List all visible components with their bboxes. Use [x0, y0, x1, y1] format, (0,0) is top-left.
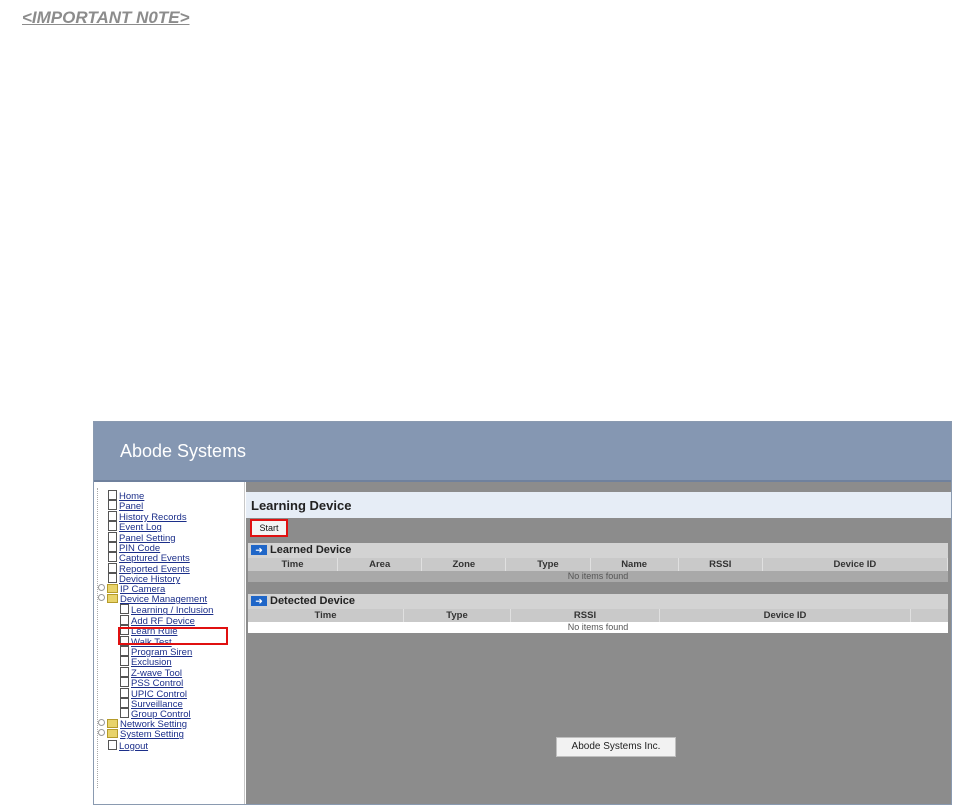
sidebar-item-label: Logout	[119, 740, 149, 752]
important-note: <IMPORTANT N0TE>	[22, 8, 190, 27]
detected-device-label: Detected Device	[270, 595, 355, 607]
document-icon	[108, 500, 117, 511]
sidebar-item-label: Network Setting	[120, 718, 188, 730]
sidebar-item[interactable]: Exclusion	[120, 656, 172, 668]
detected-device-header: ➜ Detected Device	[248, 594, 948, 609]
folder-icon	[107, 729, 118, 739]
column-header: Area	[338, 558, 423, 571]
sidebar-item[interactable]: Program Siren	[120, 646, 192, 658]
learned-device-header: ➜ Learned Device	[248, 543, 948, 558]
document-icon	[108, 531, 117, 542]
document-icon	[120, 698, 129, 708]
start-button[interactable]: Start	[250, 519, 288, 537]
document-icon	[108, 510, 117, 521]
column-header: Device ID	[660, 609, 911, 622]
expand-toggle-icon[interactable]	[98, 583, 105, 591]
header-banner: Abode Systems	[94, 422, 951, 482]
page-title: Learning Device	[251, 498, 352, 513]
sidebar-item[interactable]: PSS Control	[120, 677, 183, 689]
page-title-bar: Learning Device	[246, 492, 951, 518]
selected-highlight	[118, 627, 228, 645]
document-icon	[108, 739, 117, 750]
document-icon	[108, 542, 117, 552]
detected-empty-row: No items found	[248, 622, 948, 633]
learned-empty-row: No items found	[248, 571, 948, 582]
tree-guide-line	[97, 488, 99, 788]
document-icon	[120, 614, 129, 625]
document-icon	[108, 521, 117, 532]
folder-icon	[107, 594, 118, 603]
sidebar-item[interactable]: Device History	[108, 573, 180, 585]
sidebar-item-label: System Setting	[120, 729, 184, 741]
document-icon	[108, 562, 117, 573]
app-window: Abode Systems Home Panel History Records Ev…	[93, 421, 952, 805]
column-header: Name	[591, 558, 679, 571]
sidebar-item[interactable]: Event Log	[108, 521, 162, 533]
document-icon	[120, 604, 129, 615]
sidebar-item[interactable]: IP Camera	[98, 583, 166, 595]
sidebar-item[interactable]: Z-wave Tool	[120, 666, 182, 679]
sidebar-item[interactable]: System Setting	[98, 729, 184, 740]
app-title: Abode Systems	[120, 441, 247, 461]
sidebar-item[interactable]: History Records	[108, 510, 187, 523]
sidebar-item[interactable]: Learning / Inclusion	[120, 604, 213, 616]
folder-icon	[107, 583, 118, 593]
document-icon	[120, 666, 129, 677]
document-icon	[120, 656, 129, 667]
sidebar-item[interactable]: Home	[108, 490, 144, 502]
document-icon	[120, 687, 129, 698]
folder-icon	[107, 718, 118, 728]
document-icon	[120, 677, 129, 688]
sidebar-item[interactable]: Add RF Device	[120, 614, 195, 627]
sidebar-item[interactable]: Surveillance	[120, 698, 183, 710]
document-icon	[108, 573, 117, 584]
arrow-right-icon: ➜	[251, 596, 267, 606]
arrow-right-icon: ➜	[251, 545, 267, 555]
sidebar-item[interactable]: Panel Setting	[108, 531, 176, 544]
main-content: Learning Device Start ➜ Learned Device T…	[246, 482, 951, 804]
column-header: Time	[248, 558, 339, 571]
column-header: Type	[506, 558, 591, 571]
sidebar-item[interactable]: Device Management	[98, 594, 207, 605]
column-header: Zone	[422, 558, 507, 571]
sidebar-item-label: Device Management	[120, 594, 208, 605]
expand-toggle-icon[interactable]	[98, 594, 105, 601]
sidebar-item[interactable]: Captured Events	[108, 552, 190, 564]
footer-label: Abode Systems Inc.	[556, 737, 676, 757]
sidebar-item[interactable]: PIN Code	[108, 542, 160, 554]
expand-toggle-icon[interactable]	[98, 729, 105, 737]
sidebar-item[interactable]: UPIC Control	[120, 687, 187, 700]
column-header: Device ID	[763, 558, 948, 571]
learned-device-label: Learned Device	[270, 544, 352, 556]
column-header: RSSI	[511, 609, 660, 622]
expand-toggle-icon[interactable]	[98, 718, 105, 726]
learned-table-header: Time Area Zone Type Name RSSI Device ID	[248, 558, 948, 571]
sidebar-tree: Home Panel History Records Event Log Panel S…	[94, 482, 245, 804]
document-icon	[108, 490, 117, 500]
sidebar-item[interactable]: Network Setting	[98, 718, 188, 730]
detected-table-header: Time Type RSSI Device ID	[248, 609, 948, 622]
column-header: Time	[248, 609, 404, 622]
sidebar-item[interactable]: Group Control	[120, 708, 191, 720]
sidebar-item[interactable]: Panel	[108, 500, 143, 512]
column-header: Type	[404, 609, 511, 622]
sidebar-item[interactable]: Reported Events	[108, 562, 190, 575]
column-header: RSSI	[679, 558, 763, 571]
document-icon	[108, 552, 117, 563]
sidebar-item-label: IP Camera	[120, 583, 166, 595]
document-icon	[120, 708, 129, 719]
sidebar-item[interactable]: Logout	[108, 739, 149, 752]
document-icon	[120, 646, 129, 656]
